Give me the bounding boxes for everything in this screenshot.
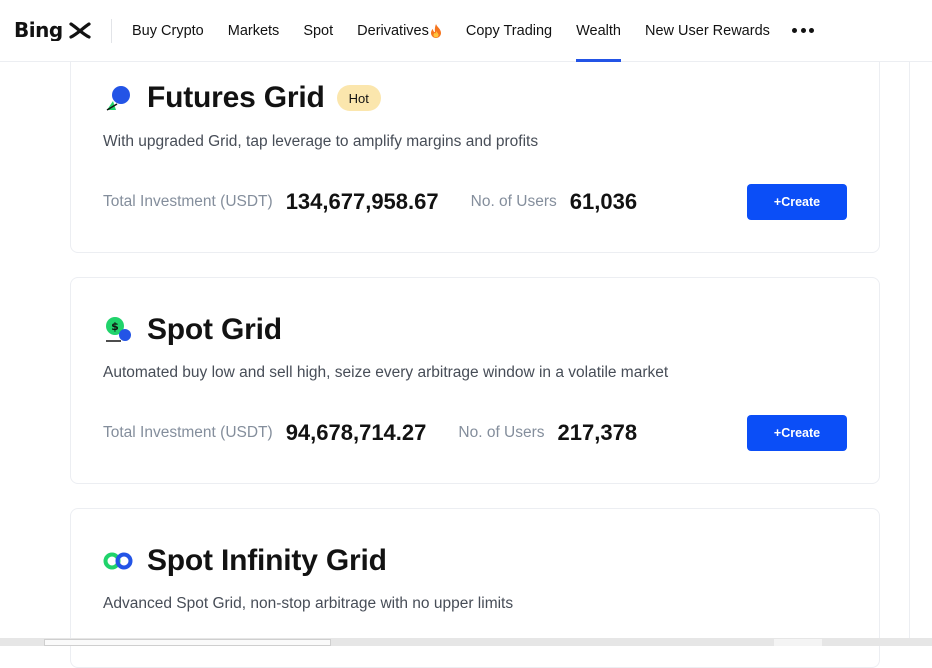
bingx-logo[interactable]: Bing — [14, 16, 92, 44]
users-value: 217,378 — [557, 420, 638, 445]
nav-item-label: Derivatives — [357, 23, 429, 39]
nav-item-buy-crypto[interactable]: Buy Crypto — [132, 0, 204, 62]
nav-item-label: Spot — [303, 23, 334, 39]
bingx-logo-mark: Bing — [14, 19, 91, 41]
page-right-border — [909, 62, 910, 646]
users-label: No. of Users — [470, 193, 557, 210]
card-header: $ Spot Grid — [103, 313, 282, 347]
futures-grid-create-button[interactable]: +Create — [747, 184, 847, 220]
nav-item-copy-trading[interactable]: Copy Trading — [466, 0, 552, 62]
nav-item-markets[interactable]: Markets — [228, 0, 280, 62]
futures-grid-icon — [106, 86, 130, 111]
nav-item-label: Copy Trading — [465, 23, 553, 39]
main-menu: Buy Crypto Markets Spot Derivatives Copy… — [132, 0, 794, 62]
nav-item-derivatives[interactable]: Derivatives — [357, 0, 442, 62]
nav-item-wealth[interactable]: Wealth — [576, 0, 621, 62]
flame-icon — [430, 24, 441, 38]
stats-row: Total Investment (USDT) 94,678,714.27 No… — [103, 415, 637, 451]
spot-infinity-grid-icon — [103, 552, 133, 570]
total-investment-label: Total Investment (USDT) — [103, 193, 273, 210]
spot-grid-card: $ Spot Grid Automated buy low and sell h… — [70, 277, 880, 484]
nav-item-label: Buy Crypto — [132, 23, 204, 39]
nav-item-label: Markets — [227, 23, 280, 39]
total-investment-value: 94,678,714.27 — [285, 420, 427, 445]
nav-item-label: Wealth — [576, 23, 621, 39]
stats-row: Total Investment (USDT) 134,677,958.67 N… — [103, 184, 637, 220]
product-title: Spot Grid — [147, 313, 282, 346]
product-title: Spot Infinity Grid — [147, 544, 387, 577]
product-title: Futures Grid — [147, 81, 325, 114]
nav-divider — [111, 19, 112, 43]
nav-item-new-user-rewards[interactable]: New User Rewards — [645, 0, 770, 62]
svg-text:$: $ — [111, 320, 119, 333]
users-label: No. of Users — [458, 424, 545, 441]
spot-grid-icon: $ — [106, 317, 131, 342]
total-investment-label: Total Investment (USDT) — [103, 424, 273, 441]
product-description: Advanced Spot Grid, non-stop arbitrage w… — [103, 595, 514, 612]
svg-text:Bing: Bing — [14, 19, 63, 41]
more-horizontal-icon[interactable] — [792, 22, 814, 38]
futures-grid-card: Futures Grid Hot With upgraded Grid, tap… — [70, 30, 880, 253]
spot-grid-create-button[interactable]: +Create — [747, 415, 847, 451]
hot-badge: Hot — [336, 85, 381, 111]
product-description: With upgraded Grid, tap leverage to ampl… — [103, 133, 539, 150]
nav-item-label: New User Rewards — [645, 23, 770, 39]
card-header: Spot Infinity Grid — [103, 544, 387, 578]
card-header: Futures Grid Hot — [103, 81, 381, 115]
horizontal-scrollbar-segment — [774, 639, 822, 646]
nav-item-spot[interactable]: Spot — [303, 0, 333, 62]
horizontal-scrollbar-thumb[interactable] — [44, 639, 331, 646]
total-investment-value: 134,677,958.67 — [285, 189, 439, 214]
top-navigation: Bing Buy Crypto Markets Spot Derivatives… — [0, 0, 932, 62]
users-value: 61,036 — [569, 189, 638, 214]
product-description: Automated buy low and sell high, seize e… — [103, 364, 669, 381]
